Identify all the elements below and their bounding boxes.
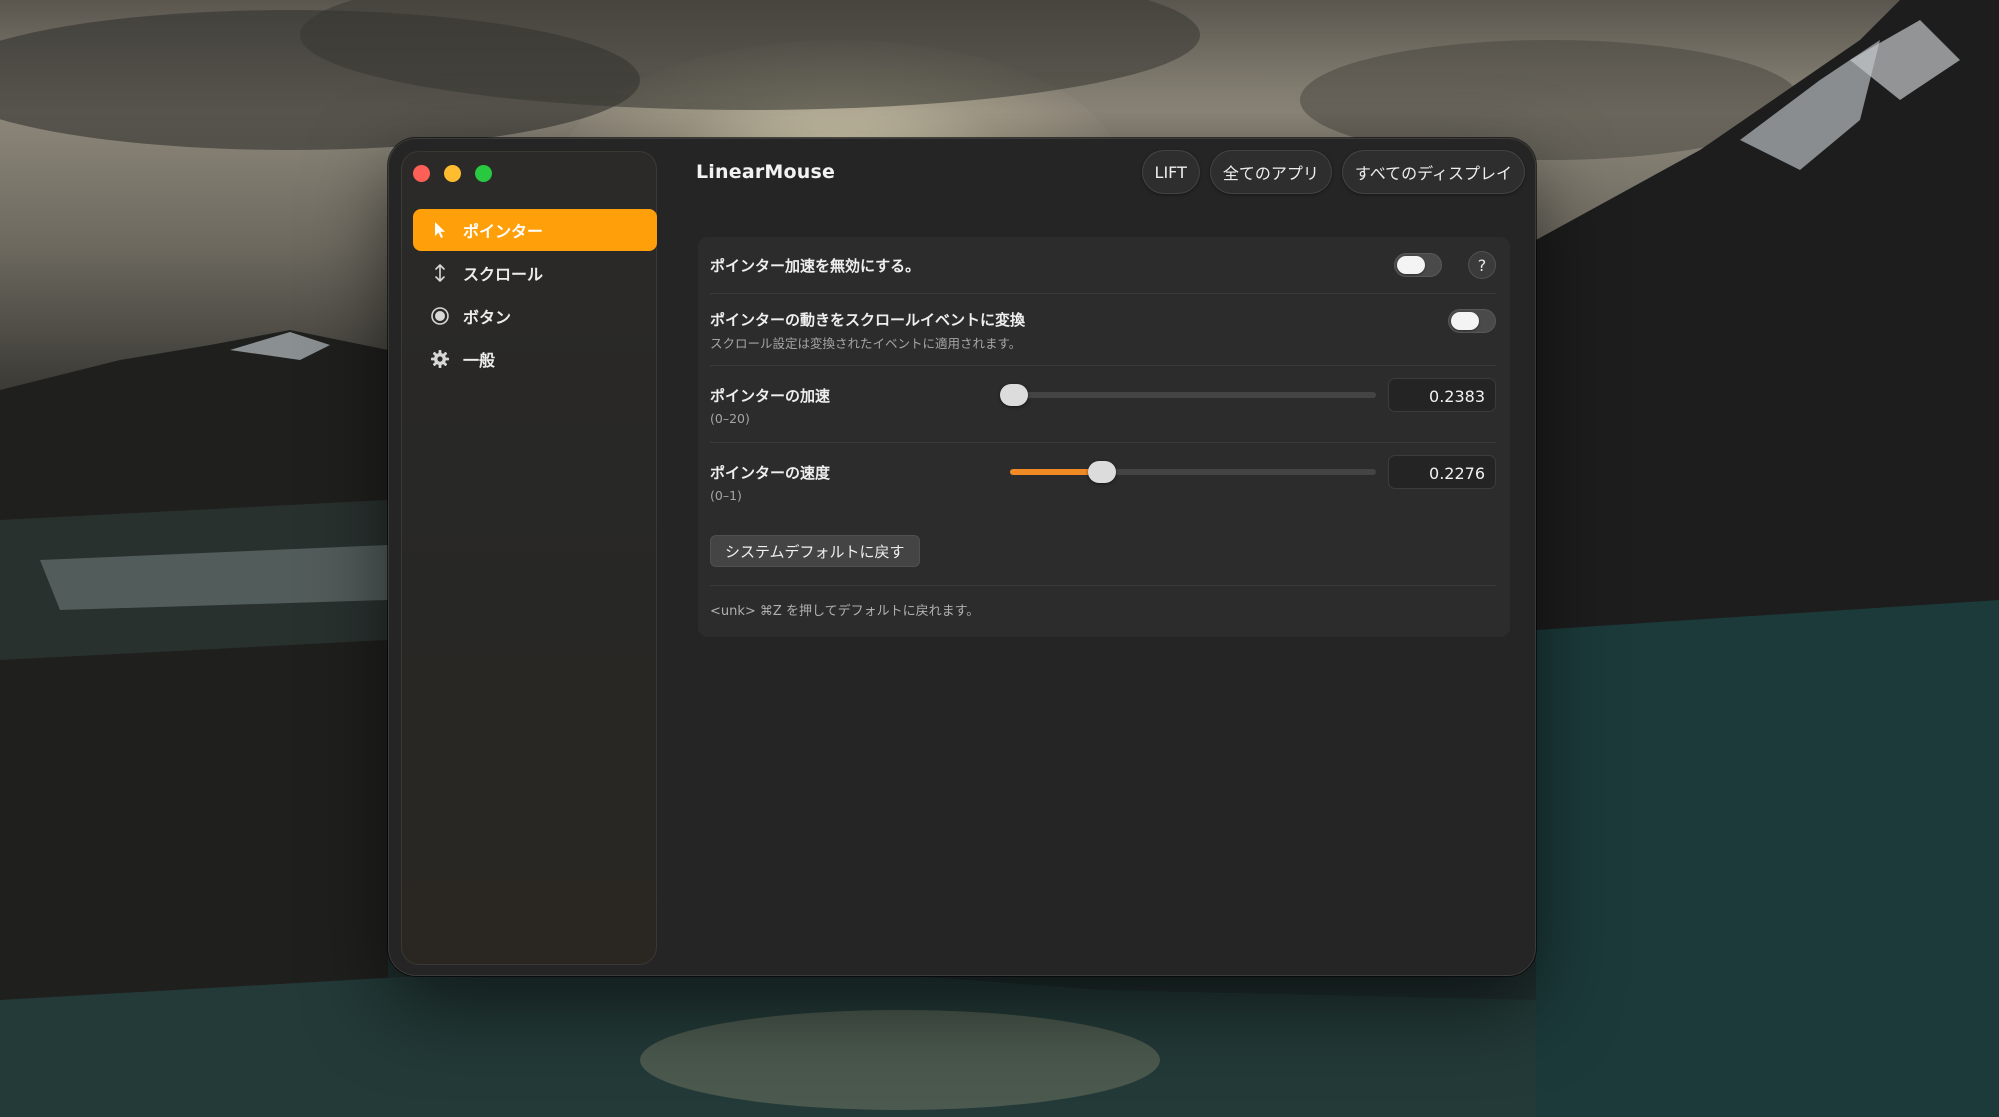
pointer-arrow-icon xyxy=(429,219,451,241)
divider xyxy=(710,585,1496,586)
scroll-arrows-icon xyxy=(429,262,451,284)
convert-to-scroll-toggle[interactable] xyxy=(1448,309,1496,333)
window-controls xyxy=(413,165,492,182)
gear-icon xyxy=(429,348,451,370)
help-button[interactable]: ? xyxy=(1468,251,1496,279)
pointer-acceleration-slider[interactable] xyxy=(1000,383,1376,407)
device-selector-button[interactable]: LIFT xyxy=(1141,150,1200,194)
sidebar-item-scroll[interactable]: スクロール xyxy=(413,252,657,294)
pointer-speed-label: ポインターの速度 xyxy=(710,464,831,482)
close-window-button[interactable] xyxy=(413,165,430,182)
button-circle-icon xyxy=(429,305,451,327)
zoom-window-button[interactable] xyxy=(475,165,492,182)
pointer-acceleration-input[interactable]: 0.2383 xyxy=(1388,378,1496,412)
display-scope-button[interactable]: すべてのディスプレイ xyxy=(1341,150,1525,194)
sidebar-item-label: ポインター xyxy=(463,222,544,241)
sidebar-nav: ポインター スクロール ボタン 一般 xyxy=(413,209,657,381)
convert-to-scroll-row: ポインターの動きをスクロールイベントに変換 スクロール設定は変換されたイベントに… xyxy=(710,294,1496,366)
pointer-acceleration-label: ポインターの加速 xyxy=(710,387,831,405)
convert-to-scroll-label: ポインターの動きをスクロールイベントに変換 xyxy=(710,311,1026,329)
pointer-speed-range: (0–1) xyxy=(710,488,742,503)
slider-knob[interactable] xyxy=(1087,461,1116,483)
pointer-speed-row: ポインターの速度 (0–1) 0.2276 xyxy=(710,443,1496,523)
convert-to-scroll-description: スクロール設定は変換されたイベントに適用されます。 xyxy=(710,336,1022,351)
pointer-speed-slider[interactable] xyxy=(1010,460,1376,484)
pointer-acceleration-range: (0–20) xyxy=(710,411,750,426)
window-title: LinearMouse xyxy=(696,161,836,183)
sidebar-item-general[interactable]: 一般 xyxy=(413,338,657,380)
toolbar: LIFT 全てのアプリ すべてのディスプレイ xyxy=(1141,150,1525,194)
sidebar-item-label: 一般 xyxy=(463,351,496,370)
reset-to-system-default-button[interactable]: システムデフォルトに戻す xyxy=(710,535,920,567)
app-scope-button[interactable]: 全てのアプリ xyxy=(1209,150,1332,194)
pointer-settings-panel: ポインター加速を無効にする。 ? ポインターの動きをスクロールイベントに変換 ス… xyxy=(698,237,1510,637)
linearmouse-window: ポインター スクロール ボタン 一般 LinearMouse LIFT 全てのア… xyxy=(388,138,1536,976)
minimize-window-button[interactable] xyxy=(444,165,461,182)
pointer-speed-input[interactable]: 0.2276 xyxy=(1388,455,1496,489)
disable-acceleration-row: ポインター加速を無効にする。 ? xyxy=(710,237,1496,294)
disable-acceleration-toggle[interactable] xyxy=(1394,253,1442,277)
sidebar-item-label: ボタン xyxy=(463,308,512,327)
pointer-acceleration-row: ポインターの加速 (0–20) 0.2383 xyxy=(710,366,1496,443)
disable-acceleration-label: ポインター加速を無効にする。 xyxy=(710,257,921,275)
undo-hint: <unk> ⌘Z を押してデフォルトに戻れます。 xyxy=(710,604,980,619)
sidebar-item-pointer[interactable]: ポインター xyxy=(413,209,657,251)
slider-knob[interactable] xyxy=(1000,384,1029,406)
sidebar-item-label: スクロール xyxy=(463,265,544,284)
sidebar-item-buttons[interactable]: ボタン xyxy=(413,295,657,337)
